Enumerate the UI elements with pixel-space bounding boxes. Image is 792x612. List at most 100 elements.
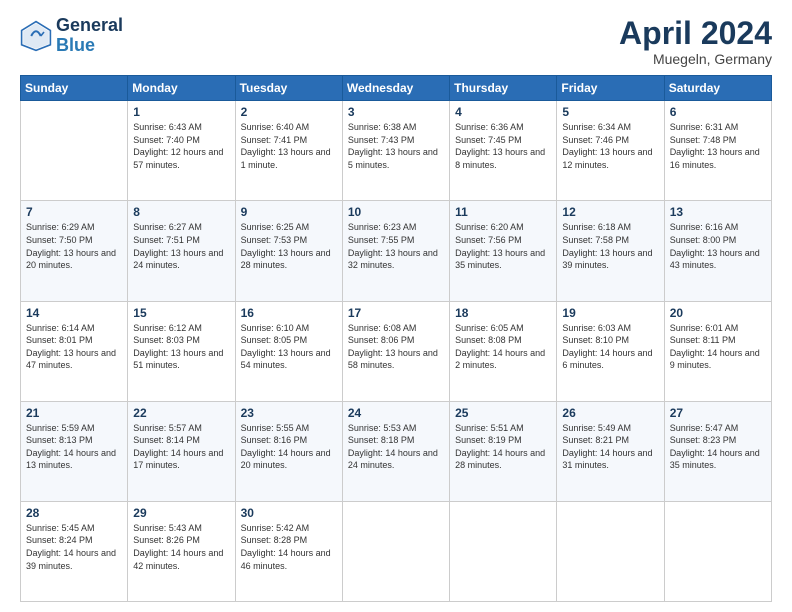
day-number: 9 [241,205,337,219]
day-number: 19 [562,306,658,320]
calendar-cell: 8 Sunrise: 6:27 AM Sunset: 7:51 PM Daylig… [128,201,235,301]
calendar-cell: 11 Sunrise: 6:20 AM Sunset: 7:56 PM Dayli… [450,201,557,301]
day-info: Sunrise: 5:51 AM Sunset: 8:19 PM Dayligh… [455,422,551,472]
calendar-cell: 7Sunrise: 6:29 AM Sunset: 7:50 PM Daylig… [21,201,128,301]
day-info: Sunrise: 6:10 AM Sunset: 8:05 PM Dayligh… [241,322,337,372]
calendar-cell: 27 Sunrise: 5:47 AM Sunset: 8:23 PM Dayli… [664,401,771,501]
day-number: 26 [562,406,658,420]
calendar-cell: 18 Sunrise: 6:05 AM Sunset: 8:08 PM Dayli… [450,301,557,401]
day-info: Sunrise: 6:43 AM Sunset: 7:40 PM Dayligh… [133,121,229,171]
day-info: Sunrise: 6:20 AM Sunset: 7:56 PM Dayligh… [455,221,551,271]
day-info: Sunrise: 6:05 AM Sunset: 8:08 PM Dayligh… [455,322,551,372]
calendar-cell: 9 Sunrise: 6:25 AM Sunset: 7:53 PM Daylig… [235,201,342,301]
day-info: Sunrise: 6:36 AM Sunset: 7:45 PM Dayligh… [455,121,551,171]
header: General Blue April 2024 Muegeln, Germany [20,16,772,67]
calendar-week-2: 7Sunrise: 6:29 AM Sunset: 7:50 PM Daylig… [21,201,772,301]
calendar-cell: 29 Sunrise: 5:43 AM Sunset: 8:26 PM Dayli… [128,501,235,601]
calendar-cell: 21 Sunrise: 5:59 AM Sunset: 8:13 PM Dayli… [21,401,128,501]
calendar-cell: 10 Sunrise: 6:23 AM Sunset: 7:55 PM Dayli… [342,201,449,301]
day-info: Sunrise: 5:59 AM Sunset: 8:13 PM Dayligh… [26,422,122,472]
calendar-cell: 20Sunrise: 6:01 AM Sunset: 8:11 PM Dayli… [664,301,771,401]
day-info: Sunrise: 5:43 AM Sunset: 8:26 PM Dayligh… [133,522,229,572]
calendar-cell: 28 Sunrise: 5:45 AM Sunset: 8:24 PM Dayli… [21,501,128,601]
day-number: 8 [133,205,229,219]
day-number: 21 [26,406,122,420]
day-info: Sunrise: 5:57 AM Sunset: 8:14 PM Dayligh… [133,422,229,472]
day-number: 6 [670,105,766,119]
calendar-cell: 12 Sunrise: 6:18 AM Sunset: 7:58 PM Dayli… [557,201,664,301]
calendar-cell: 30Sunrise: 5:42 AM Sunset: 8:28 PM Dayli… [235,501,342,601]
day-info: Sunrise: 5:49 AM Sunset: 8:21 PM Dayligh… [562,422,658,472]
day-info: Sunrise: 5:53 AM Sunset: 8:18 PM Dayligh… [348,422,444,472]
day-info: Sunrise: 6:18 AM Sunset: 7:58 PM Dayligh… [562,221,658,271]
day-info: Sunrise: 6:40 AM Sunset: 7:41 PM Dayligh… [241,121,337,171]
calendar-cell: 1 Sunrise: 6:43 AM Sunset: 7:40 PM Daylig… [128,101,235,201]
main-title: April 2024 [619,16,772,51]
day-info: Sunrise: 5:42 AM Sunset: 8:28 PM Dayligh… [241,522,337,572]
day-info: Sunrise: 6:29 AM Sunset: 7:50 PM Dayligh… [26,221,122,271]
calendar-cell: 6 Sunrise: 6:31 AM Sunset: 7:48 PM Daylig… [664,101,771,201]
day-number: 27 [670,406,766,420]
calendar-cell: 19 Sunrise: 6:03 AM Sunset: 8:10 PM Dayli… [557,301,664,401]
day-info: Sunrise: 6:25 AM Sunset: 7:53 PM Dayligh… [241,221,337,271]
calendar-cell: 24 Sunrise: 5:53 AM Sunset: 8:18 PM Dayli… [342,401,449,501]
day-number: 29 [133,506,229,520]
day-info: Sunrise: 5:47 AM Sunset: 8:23 PM Dayligh… [670,422,766,472]
col-sunday: Sunday [21,76,128,101]
page: General Blue April 2024 Muegeln, Germany… [0,0,792,612]
calendar-cell [557,501,664,601]
day-number: 13 [670,205,766,219]
day-number: 12 [562,205,658,219]
calendar-cell: 14 Sunrise: 6:14 AM Sunset: 8:01 PM Dayli… [21,301,128,401]
calendar-cell: 2 Sunrise: 6:40 AM Sunset: 7:41 PM Daylig… [235,101,342,201]
logo: General Blue [20,16,123,56]
col-tuesday: Tuesday [235,76,342,101]
day-info: Sunrise: 6:14 AM Sunset: 8:01 PM Dayligh… [26,322,122,372]
day-info: Sunrise: 6:01 AM Sunset: 8:11 PM Dayligh… [670,322,766,372]
day-number: 17 [348,306,444,320]
calendar-cell: 4 Sunrise: 6:36 AM Sunset: 7:45 PM Daylig… [450,101,557,201]
calendar-week-4: 21 Sunrise: 5:59 AM Sunset: 8:13 PM Dayli… [21,401,772,501]
day-number: 22 [133,406,229,420]
day-info: Sunrise: 6:23 AM Sunset: 7:55 PM Dayligh… [348,221,444,271]
title-block: April 2024 Muegeln, Germany [619,16,772,67]
col-thursday: Thursday [450,76,557,101]
day-number: 24 [348,406,444,420]
day-number: 4 [455,105,551,119]
day-number: 18 [455,306,551,320]
calendar-cell: 25 Sunrise: 5:51 AM Sunset: 8:19 PM Dayli… [450,401,557,501]
calendar-cell: 15Sunrise: 6:12 AM Sunset: 8:03 PM Dayli… [128,301,235,401]
day-number: 28 [26,506,122,520]
day-info: Sunrise: 6:38 AM Sunset: 7:43 PM Dayligh… [348,121,444,171]
day-info: Sunrise: 5:55 AM Sunset: 8:16 PM Dayligh… [241,422,337,472]
day-info: Sunrise: 6:27 AM Sunset: 7:51 PM Dayligh… [133,221,229,271]
day-number: 25 [455,406,551,420]
calendar-cell: 26 Sunrise: 5:49 AM Sunset: 8:21 PM Dayli… [557,401,664,501]
day-info: Sunrise: 6:08 AM Sunset: 8:06 PM Dayligh… [348,322,444,372]
calendar-cell [450,501,557,601]
day-number: 23 [241,406,337,420]
calendar-cell: 13Sunrise: 6:16 AM Sunset: 8:00 PM Dayli… [664,201,771,301]
day-number: 11 [455,205,551,219]
calendar-cell: 23 Sunrise: 5:55 AM Sunset: 8:16 PM Dayli… [235,401,342,501]
calendar-week-5: 28 Sunrise: 5:45 AM Sunset: 8:24 PM Dayli… [21,501,772,601]
subtitle: Muegeln, Germany [619,51,772,67]
calendar-table: Sunday Monday Tuesday Wednesday Thursday… [20,75,772,602]
calendar-cell [664,501,771,601]
day-info: Sunrise: 6:12 AM Sunset: 8:03 PM Dayligh… [133,322,229,372]
calendar-header-row: Sunday Monday Tuesday Wednesday Thursday… [21,76,772,101]
day-info: Sunrise: 5:45 AM Sunset: 8:24 PM Dayligh… [26,522,122,572]
day-info: Sunrise: 6:03 AM Sunset: 8:10 PM Dayligh… [562,322,658,372]
calendar-week-3: 14 Sunrise: 6:14 AM Sunset: 8:01 PM Dayli… [21,301,772,401]
day-number: 16 [241,306,337,320]
calendar-cell: 3 Sunrise: 6:38 AM Sunset: 7:43 PM Daylig… [342,101,449,201]
day-info: Sunrise: 6:31 AM Sunset: 7:48 PM Dayligh… [670,121,766,171]
calendar-cell: 5Sunrise: 6:34 AM Sunset: 7:46 PM Daylig… [557,101,664,201]
day-number: 10 [348,205,444,219]
day-number: 1 [133,105,229,119]
col-monday: Monday [128,76,235,101]
day-number: 2 [241,105,337,119]
day-number: 3 [348,105,444,119]
day-number: 14 [26,306,122,320]
col-friday: Friday [557,76,664,101]
